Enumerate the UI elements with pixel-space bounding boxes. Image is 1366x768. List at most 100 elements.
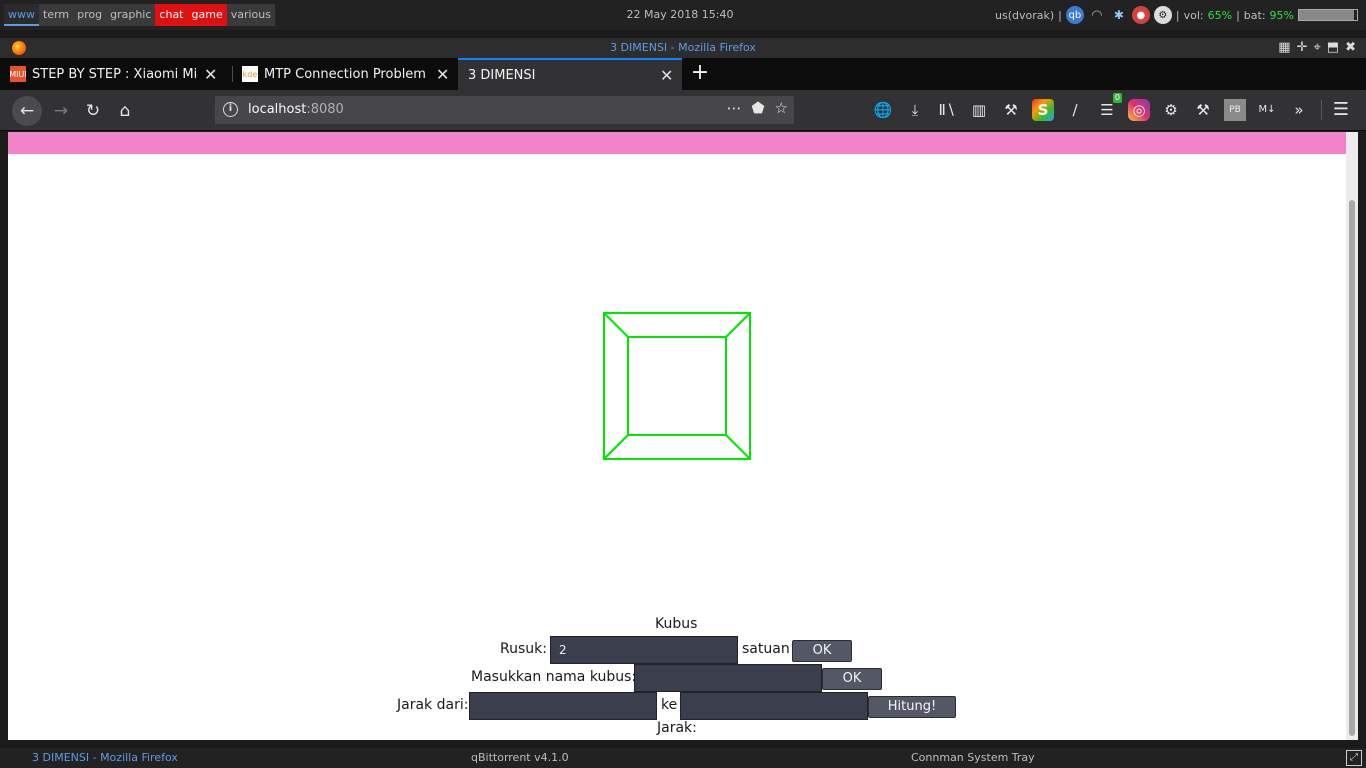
tab-xiaomi[interactable]: MIUI STEP BY STEP : Xiaomi Mi4 ✕ [0, 58, 232, 90]
tab-mtp[interactable]: kde MTP Connection Problem c ✕ [232, 58, 458, 90]
shoe-addon-icon[interactable]: ☰ 0 [1096, 93, 1122, 121]
miui-favicon-icon: MIUI [9, 66, 27, 82]
pocket-icon[interactable]: ⬟ [752, 99, 765, 117]
sidebar-icon[interactable]: ▥ [968, 99, 990, 121]
pb-addon-icon[interactable]: PB [1224, 99, 1246, 121]
tag-graphic[interactable]: graphic [106, 4, 156, 26]
battery-bar-fill [1299, 10, 1355, 20]
pin-icon[interactable]: ⌖ [1313, 40, 1320, 55]
jarak-from-input[interactable] [469, 692, 657, 720]
form-heading: Kubus [655, 616, 698, 632]
pen-addon-icon[interactable]: ∕ [1064, 99, 1086, 121]
tag-www[interactable]: www [4, 4, 39, 26]
battery-label: bat: [1243, 8, 1266, 22]
nama-input[interactable] [634, 664, 822, 692]
steam-icon[interactable]: ⚙ [1153, 6, 1172, 24]
url-actions: ⋯ ⬟ ☆ [727, 99, 789, 117]
tag-chat[interactable]: chat [155, 4, 188, 26]
wifi-icon[interactable]: ◠ [1088, 6, 1106, 24]
gear-addon-icon[interactable]: ⚙ [1160, 99, 1182, 121]
forward-button[interactable]: → [46, 96, 76, 126]
hitung-button[interactable]: Hitung! [868, 696, 956, 718]
tab-close-icon[interactable]: ✕ [660, 66, 673, 85]
separator: | [1175, 8, 1180, 22]
window-title: 3 DIMENSI - Mozilla Firefox [610, 41, 756, 54]
keyboard-layout[interactable]: us(dvorak) [995, 9, 1054, 22]
rusuk-row: Rusuk: 2 satuan OK [8, 636, 1346, 664]
maximize-icon[interactable]: ⬒ [1327, 40, 1339, 55]
tab-3-dimensi[interactable]: 3 DIMENSI ✕ [458, 58, 682, 90]
kde-favicon-icon: kde [242, 66, 258, 82]
back-button[interactable]: ← [12, 96, 42, 126]
tab-label: STEP BY STEP : Xiaomi Mi4 [32, 66, 198, 82]
toolbar-icons: 🌐 ⤓ Ⅱ∖ ▥ ⚒ S ∕ ☰ 0 ◎ ⚙ ⚒ PB M↓ » [872, 93, 1310, 121]
url-port: :8080 [306, 102, 344, 117]
notification-tray-icon[interactable]: ● [1131, 6, 1150, 24]
battery-bar [1298, 9, 1358, 21]
status-area: us(dvorak) | qb ◠ ✱ ● ⚙ | vol: 65% | bat… [995, 5, 1358, 25]
tag-game[interactable]: game [187, 4, 227, 26]
tab-label: 3 DIMENSI [468, 67, 536, 83]
globe-addon-icon[interactable]: 🌐 [872, 99, 894, 121]
window-titlebar: 3 DIMENSI - Mozilla Firefox ▦ ✛ ⌖ ⬒ ✖ [0, 38, 1366, 58]
download-icon[interactable]: ⤓ [904, 99, 926, 121]
qbittorrent-tray-icon[interactable]: qb [1065, 6, 1084, 24]
task-connman[interactable]: Connman System Tray [911, 751, 1035, 764]
reload-button[interactable]: ↻ [78, 96, 108, 126]
s-addon-icon[interactable]: S [1032, 99, 1054, 121]
addon-badge: 0 [1112, 93, 1122, 103]
hamburger-menu-icon[interactable]: ☰ [1330, 99, 1352, 121]
page-header-bar [8, 132, 1346, 154]
jarak-label: Jarak dari: [397, 697, 469, 713]
workspace-tags: www term prog graphic chat game various [4, 4, 275, 26]
navigation-toolbar: ← → ↻ ⌂ i localhost:8080 ⋯ ⬟ ☆ 🌐 ⤓ Ⅱ∖ ▥ … [0, 90, 1366, 131]
library-icon[interactable]: Ⅱ∖ [936, 99, 958, 121]
rusuk-ok-button[interactable]: OK [792, 640, 852, 662]
cube-edge-0 [603, 312, 629, 338]
move-icon[interactable]: ✛ [1297, 40, 1308, 55]
cube-edge-2 [603, 434, 629, 460]
tag-prog[interactable]: prog [73, 4, 107, 26]
page-actions-icon[interactable]: ⋯ [727, 99, 742, 117]
layout-switch-icon[interactable]: ⤢ [1346, 750, 1362, 766]
scrollbar-thumb[interactable] [1349, 200, 1355, 736]
url-host: localhost [248, 102, 307, 117]
tile-layout-icon[interactable]: ▦ [1278, 40, 1290, 55]
task-qbittorrent[interactable]: qBittorrent v4.1.0 [471, 751, 569, 764]
rusuk-unit: satuan [742, 641, 790, 657]
jarak-row: Jarak dari: ke Hitung! [8, 692, 1346, 720]
toolbar-separator [1321, 100, 1322, 120]
markdown-addon-icon[interactable]: M↓ [1256, 99, 1278, 121]
hammer-addon-icon[interactable]: ⚒ [1192, 99, 1214, 121]
tag-term[interactable]: term [39, 4, 74, 26]
url-bar[interactable]: i localhost:8080 ⋯ ⬟ ☆ [215, 96, 794, 124]
tab-strip: MIUI STEP BY STEP : Xiaomi Mi4 ✕ kde MTP… [0, 58, 1366, 90]
puzzle-addon-icon[interactable]: ⚒ [1000, 99, 1022, 121]
system-bottom-bar: 3 DIMENSI - Mozilla Firefox qBittorrent … [0, 748, 1366, 768]
jarak-to-input[interactable] [680, 692, 868, 720]
bookmark-star-icon[interactable]: ☆ [775, 99, 788, 117]
bluetooth-icon[interactable]: ✱ [1110, 6, 1128, 24]
site-info-icon[interactable]: i [223, 102, 238, 117]
cube-back-face [627, 336, 727, 436]
jarak-result-label: Jarak: [657, 720, 697, 736]
nama-ok-button[interactable]: OK [822, 668, 882, 690]
instagram-icon[interactable]: ◎ [1128, 99, 1150, 121]
separator: | [1058, 8, 1062, 22]
tab-close-icon[interactable]: ✕ [436, 65, 449, 84]
page-content: Kubus Rusuk: 2 satuan OK Masukkan nama k… [8, 132, 1346, 740]
tag-various[interactable]: various [226, 4, 275, 26]
close-icon[interactable]: ✖ [1345, 40, 1356, 55]
home-button[interactable]: ⌂ [110, 96, 140, 126]
url-text[interactable]: localhost:8080 [248, 102, 344, 117]
page-scrollbar[interactable] [1346, 132, 1358, 740]
tab-close-icon[interactable]: ✕ [204, 65, 217, 84]
nama-label: Masukkan nama kubus: [471, 669, 637, 685]
task-firefox[interactable]: 3 DIMENSI - Mozilla Firefox [32, 751, 178, 764]
nama-row: Masukkan nama kubus: OK [8, 664, 1346, 692]
rusuk-input[interactable]: 2 [550, 636, 738, 664]
new-tab-button[interactable]: + [688, 62, 712, 86]
overflow-chevron-icon[interactable]: » [1288, 99, 1310, 121]
cube-edge-3 [725, 434, 751, 460]
tab-label: MTP Connection Problem c [264, 66, 430, 82]
